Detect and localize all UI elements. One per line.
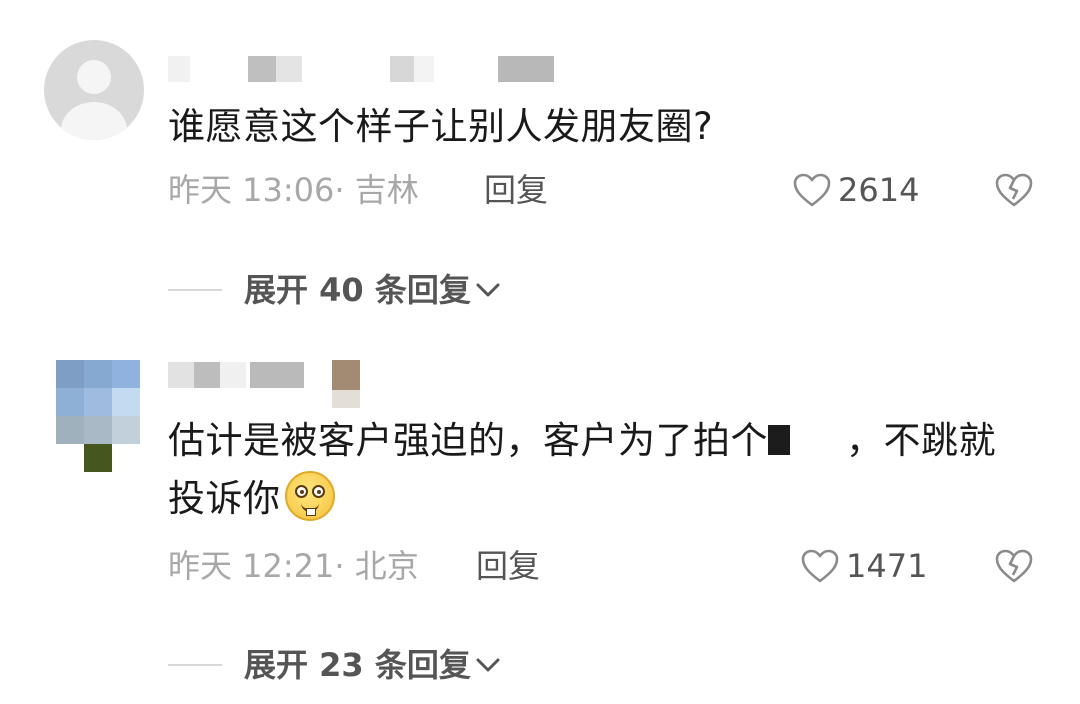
comment-time: 昨天 12:21 — [168, 547, 335, 585]
like-button[interactable]: 1471 — [800, 546, 927, 586]
avatar[interactable] — [56, 360, 140, 472]
comment-text: 谁愿意这个样子让别人发朋友圈? — [168, 105, 714, 148]
reply-button[interactable]: 回复 — [484, 170, 548, 210]
expand-replies-label: 展开 40 条回复 — [244, 271, 471, 309]
expand-replies-button[interactable]: 展开 23 条回复 — [244, 645, 501, 685]
username-badge-blurred — [332, 360, 360, 408]
grinning-face-emoji-icon — [284, 471, 335, 521]
comment-location: · 北京 — [334, 547, 419, 585]
broken-heart-icon[interactable] — [994, 172, 1034, 208]
expand-replies-label: 展开 23 条回复 — [244, 646, 471, 684]
username-blurred[interactable] — [168, 56, 558, 82]
reply-button[interactable]: 回复 — [476, 546, 540, 586]
comment-text: 估计是被客户强迫的，客户为了拍个 ，不跳就投诉你 — [168, 419, 996, 521]
expand-replies-button[interactable]: 展开 40 条回复 — [244, 270, 501, 310]
comment-location: · 吉林 — [334, 171, 419, 209]
comment-list: 谁愿意这个样子让别人发朋友圈? 昨天 13:06· 吉林 回复 2614 展开 … — [0, 0, 1080, 704]
heart-outline-icon — [793, 173, 831, 207]
like-count: 1471 — [846, 547, 928, 585]
avatar[interactable] — [44, 40, 144, 140]
like-count: 2614 — [838, 171, 920, 209]
comment-meta: 昨天 13:06· 吉林 — [168, 170, 419, 210]
like-button[interactable]: 2614 — [792, 170, 919, 210]
heart-outline-icon — [801, 549, 839, 583]
divider — [168, 289, 222, 291]
broken-heart-icon[interactable] — [994, 548, 1034, 584]
chevron-down-icon — [476, 658, 500, 672]
person-silhouette-icon — [77, 60, 111, 94]
chevron-down-icon — [476, 283, 500, 297]
redacted-block — [768, 425, 790, 455]
divider — [168, 664, 222, 666]
comment-meta: 昨天 12:21· 北京 — [168, 546, 419, 586]
comment-time: 昨天 13:06 — [168, 171, 335, 209]
